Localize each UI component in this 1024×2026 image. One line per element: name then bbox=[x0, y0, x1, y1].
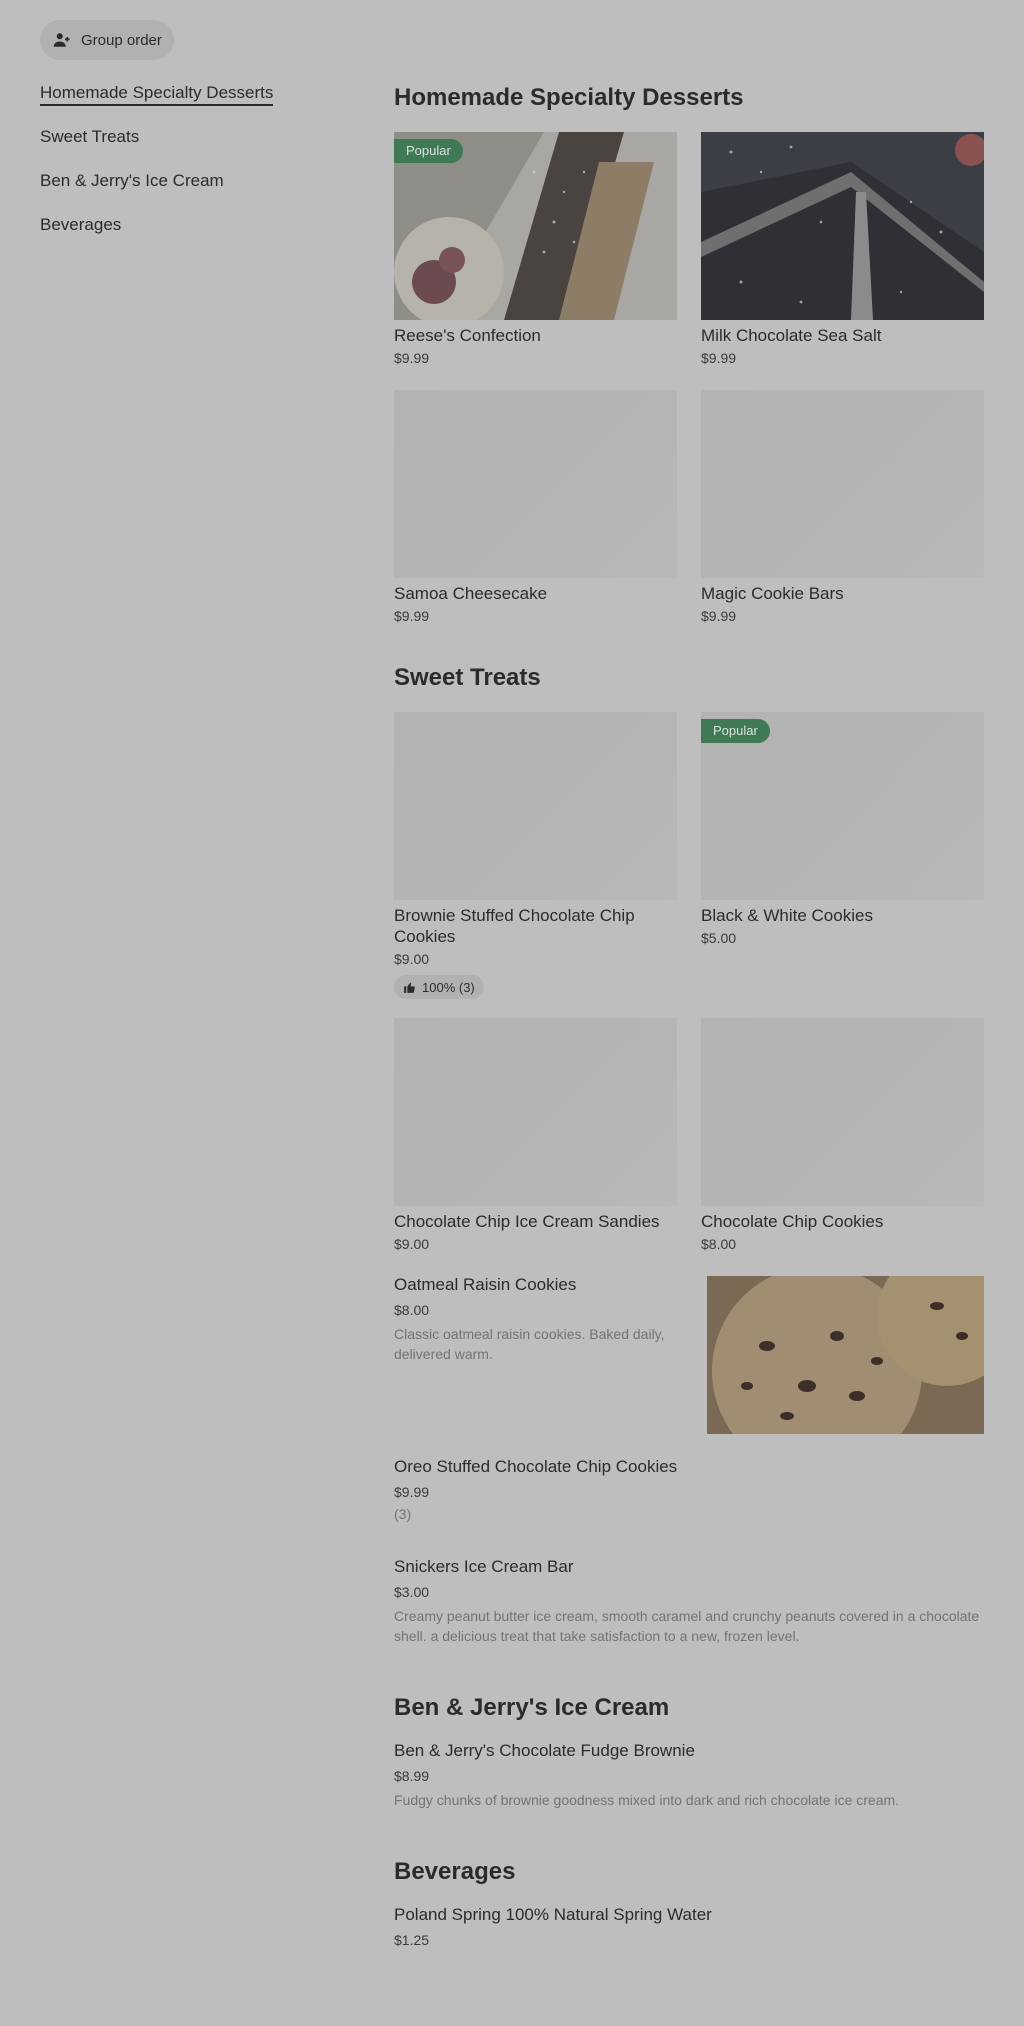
popular-badge: Popular bbox=[394, 139, 463, 163]
section-title-ben-jerrys: Ben & Jerry's Ice Cream bbox=[394, 1694, 670, 1721]
item-name: Chocolate Chip Ice Cream Sandies bbox=[394, 1212, 660, 1231]
menu-item-card[interactable]: Popular Black & White Cookies $5.00 bbox=[701, 712, 984, 946]
popular-badge: Popular bbox=[701, 719, 770, 743]
menu-item-card[interactable]: Popular Reese's Confection $9.99 bbox=[394, 132, 677, 366]
item-price: $9.99 bbox=[394, 350, 430, 366]
item-name: Oatmeal Raisin Cookies bbox=[394, 1275, 577, 1294]
rating-text: 100% (3) bbox=[422, 979, 475, 995]
item-photo: Popular bbox=[394, 132, 677, 320]
item-price: $9.00 bbox=[394, 951, 430, 967]
item-price: $9.99 bbox=[394, 1484, 430, 1500]
menu-item-card[interactable]: Samoa Cheesecake $9.99 bbox=[394, 390, 677, 624]
item-name: Ben & Jerry's Chocolate Fudge Brownie bbox=[394, 1741, 695, 1760]
item-name: Chocolate Chip Cookies bbox=[701, 1212, 884, 1231]
menu-item-row[interactable]: Poland Spring 100% Natural Spring Water … bbox=[394, 1904, 984, 1948]
item-price: $8.00 bbox=[394, 1302, 430, 1318]
item-price: $5.00 bbox=[701, 930, 737, 946]
section-title-desserts: Homemade Specialty Desserts bbox=[394, 84, 744, 111]
item-photo-placeholder bbox=[701, 390, 984, 578]
menu-item-row[interactable]: Snickers Ice Cream Bar $3.00 Creamy pean… bbox=[394, 1556, 984, 1646]
menu-item-row[interactable]: Ben & Jerry's Chocolate Fudge Brownie $8… bbox=[394, 1740, 984, 1810]
item-name: Poland Spring 100% Natural Spring Water bbox=[394, 1905, 712, 1924]
item-photo-placeholder bbox=[701, 1018, 984, 1206]
group-order-button[interactable]: Group order bbox=[40, 20, 174, 60]
category-sidebar: Homemade Specialty Desserts Sweet Treats… bbox=[40, 82, 274, 258]
item-name: Brownie Stuffed Chocolate Chip Cookies bbox=[394, 906, 635, 946]
item-price: $9.00 bbox=[394, 1236, 430, 1252]
sidebar-item-beverages[interactable]: Beverages bbox=[40, 214, 273, 258]
section-title-beverages: Beverages bbox=[394, 1858, 516, 1885]
item-price: $9.99 bbox=[701, 350, 737, 366]
section-title-sweet-treats: Sweet Treats bbox=[394, 664, 541, 691]
item-name: Magic Cookie Bars bbox=[701, 584, 844, 603]
item-price: $9.99 bbox=[394, 608, 430, 624]
item-photo-placeholder bbox=[394, 1018, 677, 1206]
menu-item-row[interactable]: Oatmeal Raisin Cookies $8.00 Classic oat… bbox=[394, 1274, 984, 1434]
thumbs-up-icon bbox=[404, 982, 415, 993]
menu-item-row[interactable]: Oreo Stuffed Chocolate Chip Cookies $9.9… bbox=[394, 1456, 984, 1522]
item-price: $1.25 bbox=[394, 1932, 430, 1948]
item-photo-placeholder: Popular bbox=[701, 712, 984, 900]
item-price: $8.99 bbox=[394, 1768, 430, 1784]
menu-item-card[interactable]: Chocolate Chip Ice Cream Sandies $9.00 bbox=[394, 1018, 677, 1252]
item-description: Fudgy chunks of brownie goodness mixed i… bbox=[394, 1792, 900, 1808]
item-price: $8.00 bbox=[701, 1236, 737, 1252]
item-photo-placeholder bbox=[394, 712, 677, 900]
menu-item-card[interactable]: Chocolate Chip Cookies $8.00 bbox=[701, 1018, 984, 1252]
sidebar-item-ben-jerrys-ice-cream[interactable]: Ben & Jerry's Ice Cream bbox=[40, 170, 273, 214]
item-name: Milk Chocolate Sea Salt bbox=[701, 326, 882, 345]
item-description: Creamy peanut butter ice cream, smooth c… bbox=[394, 1608, 980, 1644]
item-name: Reese's Confection bbox=[394, 326, 541, 345]
item-photo bbox=[707, 1276, 984, 1434]
item-description: Classic oatmeal raisin cookies. Baked da… bbox=[394, 1326, 665, 1362]
item-name: Snickers Ice Cream Bar bbox=[394, 1557, 574, 1576]
rating-count: (3) bbox=[394, 1506, 412, 1522]
group-order-label: Group order bbox=[81, 31, 162, 49]
menu-item-card[interactable]: Brownie Stuffed Chocolate Chip Cookies $… bbox=[394, 712, 677, 999]
item-name: Black & White Cookies bbox=[701, 906, 873, 925]
item-photo-placeholder bbox=[394, 390, 677, 578]
item-name: Oreo Stuffed Chocolate Chip Cookies bbox=[394, 1457, 678, 1476]
menu-item-card[interactable]: Magic Cookie Bars $9.99 bbox=[701, 390, 984, 624]
rating-badge: 100% (3) bbox=[394, 975, 484, 999]
item-name: Samoa Cheesecake bbox=[394, 584, 548, 603]
menu-item-card[interactable]: Milk Chocolate Sea Salt $9.99 bbox=[701, 132, 984, 366]
sidebar-item-homemade-specialty-desserts[interactable]: Homemade Specialty Desserts bbox=[40, 82, 274, 126]
person-plus-icon bbox=[53, 33, 70, 47]
item-price: $9.99 bbox=[701, 608, 737, 624]
sidebar-item-sweet-treats[interactable]: Sweet Treats bbox=[40, 126, 273, 170]
item-price: $3.00 bbox=[394, 1584, 430, 1600]
item-photo bbox=[701, 132, 984, 320]
